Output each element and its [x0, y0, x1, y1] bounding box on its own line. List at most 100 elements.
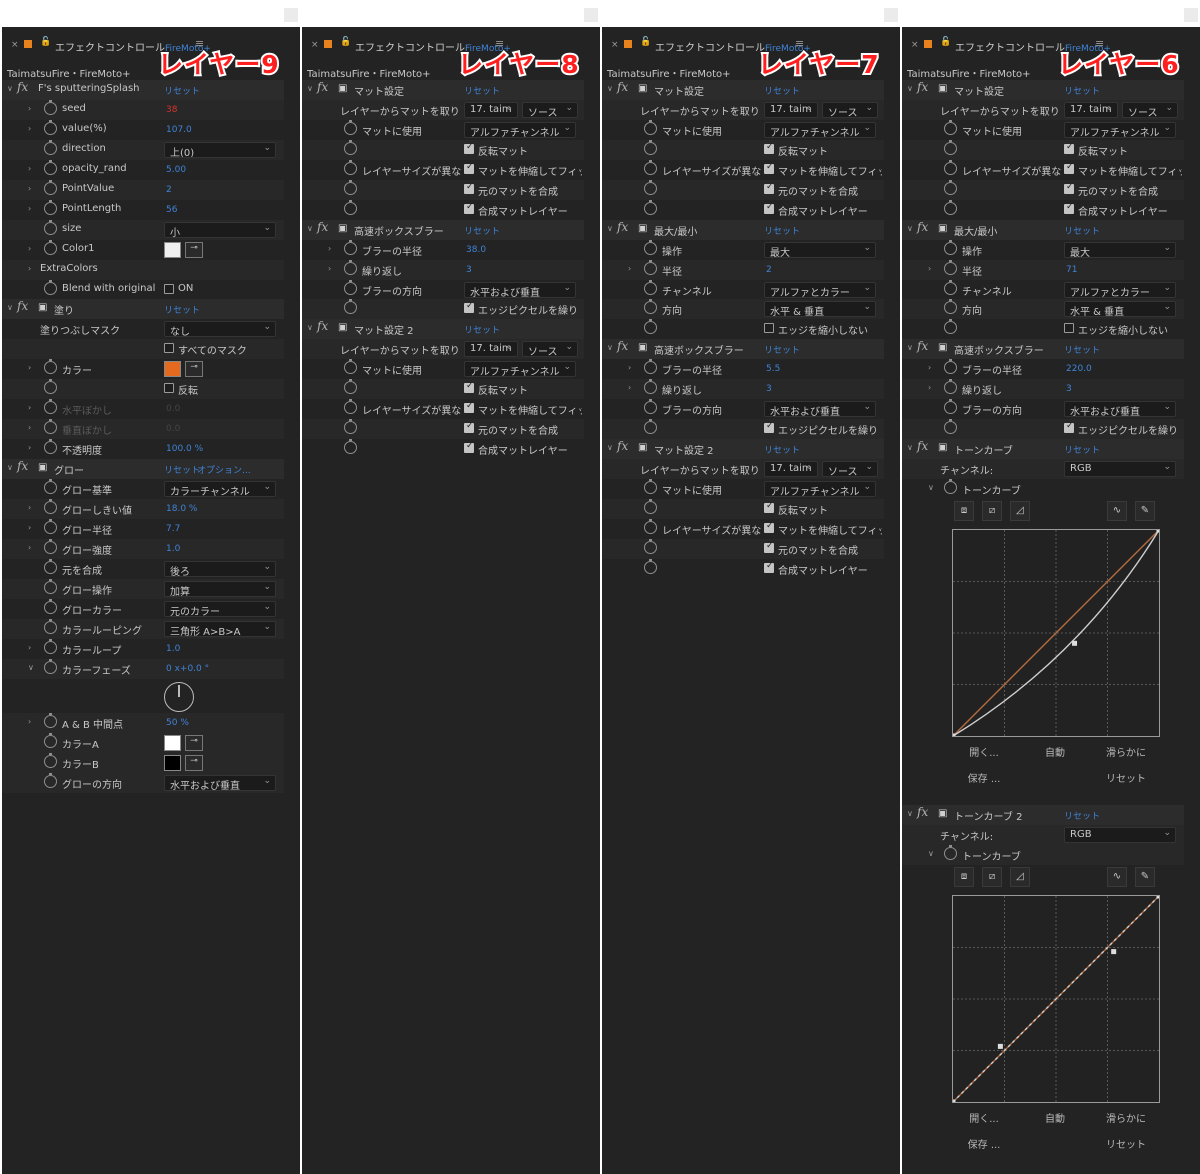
chevron-icon[interactable]: › — [28, 204, 31, 213]
reset-link[interactable]: リセット — [464, 224, 500, 237]
matte-source-select[interactable]: ソース ⌄ — [822, 461, 878, 478]
chevron-icon[interactable]: ∨ — [928, 483, 934, 492]
use-for-matte-select[interactable]: アルファチャンネル ⌄ — [464, 361, 576, 378]
stopwatch-icon[interactable] — [44, 658, 57, 674]
stopwatch-icon[interactable] — [44, 119, 57, 135]
fx-icon[interactable]: fx — [617, 220, 628, 234]
stopwatch-icon[interactable] — [44, 159, 57, 175]
stopwatch-icon[interactable] — [344, 299, 357, 315]
property-value[interactable]: 100.0 % — [166, 444, 203, 454]
curve-line[interactable] — [952, 895, 1160, 1103]
stopwatch-icon[interactable] — [944, 379, 957, 395]
glow-operation-select[interactable]: 加算 ⌄ — [164, 580, 276, 597]
property-value[interactable]: 220.0 — [1066, 364, 1092, 374]
chevron-icon[interactable]: › — [928, 383, 931, 392]
glow-base-select[interactable]: カラーチャンネル ⌄ — [164, 481, 276, 497]
stopwatch-icon[interactable] — [644, 419, 657, 435]
property-value[interactable]: 38 — [166, 105, 177, 115]
chevron-icon[interactable]: › — [28, 503, 31, 512]
chevron-icon[interactable]: › — [28, 717, 31, 726]
matte-layer-select[interactable]: 17. taim ⌄ — [764, 101, 818, 118]
curves-size-small-button[interactable]: ⧈ — [954, 500, 974, 521]
stopwatch-icon[interactable] — [644, 179, 657, 195]
stopwatch-icon[interactable] — [344, 159, 357, 175]
stopwatch-icon[interactable] — [44, 399, 57, 415]
property-value[interactable]: 18.0 % — [166, 504, 197, 514]
reset-link[interactable]: リセット — [764, 224, 800, 237]
stopwatch-icon[interactable] — [944, 299, 957, 315]
reset-link[interactable]: リセット — [1064, 84, 1100, 97]
all-masks-checkbox[interactable] — [164, 343, 174, 354]
chevron-icon[interactable]: ∨ — [607, 224, 613, 233]
reset-link[interactable]: リセット — [464, 84, 500, 97]
fill-color-swatch[interactable] — [164, 361, 181, 378]
property-value[interactable]: 0.0 — [166, 404, 180, 414]
chevron-icon[interactable]: › — [28, 363, 31, 372]
reset-link[interactable]: リセット — [764, 443, 800, 456]
property-value[interactable]: 1.0 — [166, 544, 180, 554]
stopwatch-icon[interactable] — [644, 319, 657, 335]
stopwatch-icon[interactable] — [44, 733, 57, 749]
stretch-matte-checkbox[interactable] — [464, 162, 474, 174]
chevron-icon[interactable]: ∨ — [907, 84, 913, 93]
fx-icon[interactable]: fx — [617, 339, 628, 353]
property-value[interactable]: 3 — [1066, 384, 1072, 394]
smooth-button[interactable]: 滑らかに — [1094, 1110, 1158, 1125]
premultiply-matte-checkbox[interactable] — [464, 441, 474, 454]
lock-icon[interactable]: 🔓 — [340, 37, 351, 47]
invert-matte-checkbox[interactable] — [464, 381, 474, 394]
pencil-tool-icon[interactable]: ✎ — [1135, 867, 1155, 888]
reset-link[interactable]: リセット — [464, 323, 500, 336]
stopwatch-icon[interactable] — [44, 538, 57, 554]
stopwatch-icon[interactable] — [644, 119, 657, 135]
chevron-icon[interactable]: ∨ — [7, 84, 13, 93]
stopwatch-icon[interactable] — [944, 279, 957, 295]
auto-button[interactable]: 自動 — [1023, 1110, 1087, 1125]
options-link[interactable]: オプション... — [197, 463, 251, 476]
chevron-icon[interactable]: › — [28, 403, 31, 412]
stopwatch-icon[interactable] — [644, 479, 657, 494]
lock-icon[interactable]: 🔓 — [940, 37, 951, 47]
stopwatch-icon[interactable] — [344, 179, 357, 195]
stopwatch-icon[interactable] — [44, 239, 57, 255]
color-looping-select[interactable]: 三角形 A>B>A ⌄ — [164, 620, 276, 637]
stopwatch-icon[interactable] — [644, 538, 657, 554]
invert-checkbox[interactable] — [164, 383, 174, 394]
stopwatch-icon[interactable] — [344, 139, 357, 155]
blur-dimensions-select[interactable]: 水平および垂直 ⌄ — [764, 401, 876, 418]
chevron-icon[interactable]: › — [28, 523, 31, 532]
matte-source-select[interactable]: ソース ⌄ — [1122, 101, 1178, 118]
stopwatch-icon[interactable] — [344, 239, 357, 255]
property-value[interactable]: 56 — [166, 205, 177, 215]
blur-dimensions-select[interactable]: 水平および垂直 ⌄ — [464, 281, 576, 298]
property-value[interactable]: 1.0 — [166, 644, 180, 654]
reset-link[interactable]: リセット — [164, 84, 200, 97]
fx-icon[interactable]: fx — [317, 319, 328, 333]
reset-link[interactable]: リセット — [1064, 343, 1100, 356]
chevron-icon[interactable]: ∨ — [907, 443, 913, 452]
composite-matte-checkbox[interactable] — [464, 182, 474, 194]
property-value[interactable]: 3 — [766, 384, 772, 394]
stopwatch-icon[interactable] — [344, 439, 357, 455]
reset-link[interactable]: リセット — [1064, 809, 1100, 822]
fx-icon[interactable]: fx — [917, 805, 928, 819]
fx-icon[interactable]: fx — [617, 439, 628, 453]
chevron-icon[interactable]: › — [928, 264, 931, 273]
glow-dimensions-select[interactable]: 水平および垂直 ⌄ — [164, 775, 276, 792]
premultiply-matte-checkbox[interactable] — [464, 202, 474, 214]
chevron-icon[interactable]: › — [28, 164, 31, 173]
stopwatch-icon[interactable] — [944, 419, 957, 435]
close-icon[interactable]: × — [911, 40, 919, 50]
close-icon[interactable]: × — [11, 40, 19, 50]
eyedropper-icon[interactable]: ⊸ — [185, 361, 203, 378]
chevron-icon[interactable]: › — [28, 264, 31, 273]
curves-size-large-button[interactable]: ◿ — [1010, 500, 1030, 521]
repeat-edge-pixels-checkbox[interactable] — [464, 301, 474, 314]
fx-icon[interactable]: fx — [917, 80, 928, 94]
glow-colors-select[interactable]: 元のカラー ⌄ — [164, 600, 276, 617]
open-button[interactable]: 開く... — [952, 744, 1016, 759]
chevron-icon[interactable]: › — [28, 244, 31, 253]
curves-graph[interactable] — [950, 893, 1162, 1105]
stopwatch-icon[interactable] — [44, 279, 57, 295]
color-b-swatch[interactable] — [164, 755, 181, 772]
